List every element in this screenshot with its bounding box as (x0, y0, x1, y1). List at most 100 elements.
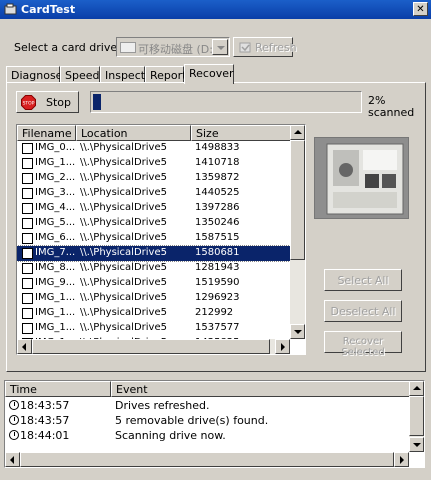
row-checkbox[interactable] (22, 203, 33, 214)
tab-diagnose[interactable]: Diagnose (6, 66, 62, 83)
table-row[interactable]: IMG_1... \\.\PhysicalDrive5 1537577 (17, 321, 290, 336)
table-row[interactable]: IMG_1... \\.\PhysicalDrive5 1296923 (17, 291, 290, 306)
table-row[interactable]: IMG_8... \\.\PhysicalDrive5 1281943 (17, 261, 290, 276)
cell-location: \\.\PhysicalDrive5 (80, 172, 167, 183)
tab-recover[interactable]: Recover (184, 64, 234, 84)
column-header-location[interactable]: Location (76, 125, 191, 141)
row-checkbox[interactable] (22, 233, 33, 244)
log-time: 18:44:01 (20, 429, 70, 442)
row-checkbox[interactable] (22, 218, 33, 229)
cell-size: 1281943 (195, 262, 240, 273)
row-checkbox[interactable] (22, 173, 33, 184)
cell-location: \\.\PhysicalDrive5 (80, 157, 167, 168)
select-all-button[interactable]: Select All (324, 269, 402, 291)
log-scroll-thumb[interactable] (409, 396, 424, 436)
close-button[interactable]: ✕ (413, 2, 428, 16)
scroll-up-icon[interactable] (290, 125, 305, 140)
row-checkbox[interactable] (22, 308, 33, 319)
log-column-header-time[interactable]: Time (5, 381, 111, 397)
drive-select-value: 可移动磁盘 (D:) (138, 43, 218, 56)
column-header-size[interactable]: Size (191, 125, 292, 141)
deselect-all-button[interactable]: Deselect All (324, 300, 402, 322)
log-vertical-scrollbar[interactable] (409, 381, 424, 452)
tab-report[interactable]: Report (145, 66, 186, 83)
tab-speed[interactable]: Speed (60, 66, 100, 83)
clock-icon (9, 415, 19, 425)
table-row[interactable]: IMG_2... \\.\PhysicalDrive5 1359872 (17, 171, 290, 186)
cell-location: \\.\PhysicalDrive5 (80, 292, 167, 303)
tab-inspect[interactable]: Inspect (100, 66, 145, 83)
refresh-button[interactable]: Refresh (233, 37, 297, 57)
table-row[interactable]: IMG_5... \\.\PhysicalDrive5 1350246 (17, 216, 290, 231)
cell-location: \\.\PhysicalDrive5 (80, 247, 167, 258)
cell-filename: IMG_7... (35, 247, 76, 258)
cell-filename: IMG_4... (35, 202, 76, 213)
row-checkbox[interactable] (22, 158, 33, 169)
table-row[interactable]: IMG_1... \\.\PhysicalDrive5 1410718 (17, 156, 290, 171)
column-header-filename[interactable]: Filename (17, 125, 76, 141)
table-row[interactable]: IMG_0... \\.\PhysicalDrive5 1498833 (17, 141, 290, 156)
cell-filename: IMG_1... (35, 307, 76, 318)
refresh-icon (239, 42, 251, 53)
log-entry[interactable]: 18:43:57 5 removable drive(s) found. (5, 414, 405, 429)
cell-location: \\.\PhysicalDrive5 (80, 217, 167, 228)
log-scroll-down-icon[interactable] (409, 437, 424, 452)
table-row[interactable]: IMG_6... \\.\PhysicalDrive5 1587515 (17, 231, 290, 246)
image-preview (314, 137, 409, 219)
recovered-files-list[interactable]: Filename Location Size IMG_0... \\.\Physi… (16, 124, 306, 355)
event-log[interactable]: Time Event 18:43:57 Drives refreshed. 18:4… (4, 380, 425, 468)
cell-filename: IMG_9... (35, 277, 76, 288)
row-checkbox[interactable] (22, 323, 33, 334)
log-entry[interactable]: 18:44:01 Scanning drive now. (5, 429, 405, 444)
cell-filename: IMG_1... (35, 322, 76, 333)
log-scroll-left-icon[interactable] (5, 452, 20, 467)
table-row[interactable]: IMG_7... \\.\PhysicalDrive5 1580681 (17, 245, 291, 262)
row-checkbox[interactable] (22, 278, 33, 289)
stop-label: Stop (46, 96, 72, 109)
stop-icon-text: STOP (23, 101, 35, 107)
cell-filename: IMG_6... (35, 232, 76, 243)
row-checkbox[interactable] (22, 263, 33, 274)
row-checkbox[interactable] (22, 248, 33, 259)
clock-icon (9, 430, 19, 440)
table-row[interactable]: IMG_3... \\.\PhysicalDrive5 1440525 (17, 186, 290, 201)
cell-filename: IMG_2... (35, 172, 76, 183)
log-scroll-right-icon[interactable] (394, 452, 409, 467)
recover-selected-button[interactable]: Recover Selected (324, 331, 402, 358)
log-column-header-event[interactable]: Event (111, 381, 410, 397)
log-entry[interactable]: 18:43:57 Drives refreshed. (5, 399, 405, 414)
log-horizontal-scrollbar[interactable] (5, 452, 409, 467)
horizontal-scroll-thumb[interactable] (32, 339, 270, 354)
chevron-down-icon[interactable] (212, 39, 228, 55)
title-bar[interactable]: CardTest ✕ (0, 0, 431, 19)
row-checkbox[interactable] (22, 188, 33, 199)
log-horizontal-scroll-thumb[interactable] (20, 452, 394, 467)
scan-progress-bar (90, 91, 362, 113)
cell-filename: IMG_1... (35, 157, 76, 168)
scan-progress-fill (93, 94, 101, 110)
table-row[interactable]: IMG_4... \\.\PhysicalDrive5 1397286 (17, 201, 290, 216)
log-scroll-up-icon[interactable] (409, 381, 424, 396)
table-row[interactable]: IMG_9... \\.\PhysicalDrive5 1519590 (17, 276, 290, 291)
log-event: 5 removable drive(s) found. (115, 414, 269, 427)
scroll-down-icon[interactable] (290, 324, 305, 339)
scroll-right-icon[interactable] (275, 339, 290, 354)
file-list-vertical-scrollbar[interactable] (290, 125, 305, 339)
table-row[interactable]: IMG_1... \\.\PhysicalDrive5 212992 (17, 306, 290, 321)
cell-size: 1296923 (195, 292, 240, 303)
cell-location: \\.\PhysicalDrive5 (80, 307, 167, 318)
scroll-thumb[interactable] (290, 140, 305, 260)
cell-location: \\.\PhysicalDrive5 (80, 142, 167, 153)
log-time: 18:43:57 (20, 414, 70, 427)
drive-select[interactable]: 可移动磁盘 (D:) (116, 37, 230, 57)
file-list-horizontal-scrollbar[interactable] (17, 339, 290, 354)
scroll-left-icon[interactable] (17, 339, 32, 354)
list-header: Filename Location Size (17, 125, 292, 141)
cell-size: 1397286 (195, 202, 240, 213)
stop-button[interactable]: STOP Stop (16, 91, 79, 113)
row-checkbox[interactable] (22, 143, 33, 154)
cell-location: \\.\PhysicalDrive5 (80, 322, 167, 333)
cell-filename: IMG_3... (35, 187, 76, 198)
cell-location: \\.\PhysicalDrive5 (80, 187, 167, 198)
row-checkbox[interactable] (22, 293, 33, 304)
